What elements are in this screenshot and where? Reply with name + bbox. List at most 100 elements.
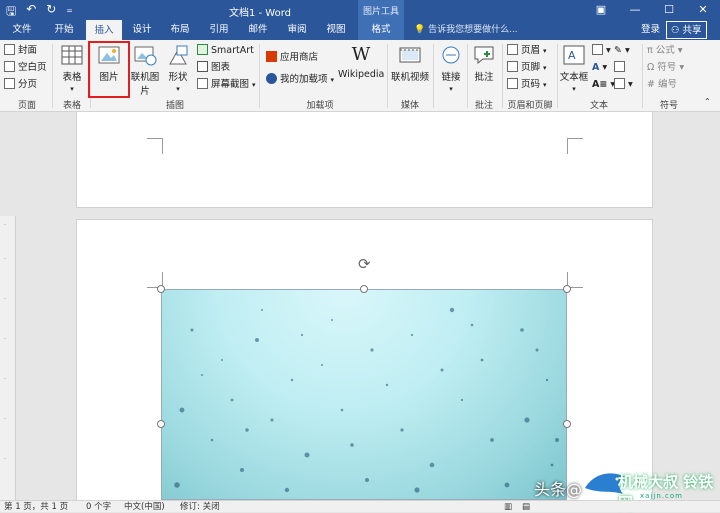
window-title: 文档1 - Word — [228, 8, 292, 19]
group-label-pages: 页面 — [17, 101, 36, 111]
resize-handle[interactable] — [563, 420, 571, 428]
date-time-icon — [614, 61, 625, 72]
smartart-button[interactable]: SmartArt — [197, 43, 254, 59]
comment-button[interactable]: 批注 — [470, 44, 498, 83]
page-number-button[interactable]: 页码 ▾ — [507, 77, 547, 93]
wordart-icon: A — [592, 62, 600, 73]
ruler-tick: · — [4, 256, 6, 263]
tab-insert[interactable]: 插入 — [86, 20, 122, 40]
dropdown-arrow-icon: ▾ — [543, 81, 547, 89]
my-addins-button[interactable]: 我的加载项 ▾ — [266, 72, 334, 88]
tab-references[interactable]: 引用 — [203, 20, 235, 40]
watermark-url: xajjn.com — [640, 492, 683, 500]
maximize-button[interactable]: ☐ — [652, 0, 686, 20]
resize-handle[interactable] — [563, 285, 571, 293]
margin-corner — [567, 138, 583, 154]
user-icon: ⚇ — [671, 25, 683, 36]
quick-parts-button[interactable]: ▾ — [592, 43, 611, 59]
store-button[interactable]: 应用商店 — [266, 50, 318, 66]
tab-review[interactable]: 审阅 — [281, 20, 313, 40]
wikipedia-button[interactable]: W Wikipedia — [338, 44, 384, 80]
group-divider — [642, 44, 643, 108]
group-label-media: 媒体 — [400, 101, 419, 111]
omega-icon: Ω — [647, 62, 658, 73]
ruler-tick: · — [4, 222, 6, 229]
date-time-button[interactable] — [614, 60, 628, 76]
online-picture-button[interactable]: 联机图片 — [128, 44, 162, 97]
dropdown-arrow-icon: ▾ — [572, 85, 576, 93]
collapse-ribbon-icon[interactable]: ⌃ — [704, 94, 711, 110]
ruler-tick: · — [4, 456, 6, 463]
resize-handle[interactable] — [360, 285, 368, 293]
track-changes[interactable]: 修订: 关闭 — [180, 501, 220, 513]
read-mode-icon[interactable]: ▥ — [504, 501, 512, 513]
ribbon-tabs: 文件 开始 插入 设计 布局 引用 邮件 审阅 视图 格式 💡 告诉我您想要做什… — [0, 20, 720, 40]
symbol-button[interactable]: Ω 符号 ▾ — [647, 60, 684, 76]
tab-format[interactable]: 格式 — [358, 20, 404, 40]
drop-cap-icon: A≡ — [592, 79, 608, 90]
chart-button[interactable]: 图表 — [197, 60, 230, 76]
group-divider — [502, 44, 503, 108]
group-divider — [52, 44, 53, 108]
tab-file[interactable]: 文件 — [6, 20, 38, 40]
object-button[interactable]: ▾ — [614, 77, 633, 93]
ribbon-display-icon[interactable]: ▣ — [584, 0, 618, 20]
lightbulb-icon: 💡 — [414, 25, 429, 35]
tab-layout[interactable]: 布局 — [164, 20, 196, 40]
signature-icon: ✎ — [614, 45, 622, 56]
object-icon — [614, 78, 625, 89]
ruler-tick: · — [4, 416, 6, 423]
rotate-handle-icon[interactable]: ⟳ — [358, 255, 371, 273]
wordart-button[interactable]: A ▾ — [592, 60, 607, 76]
title-bar: 🖫 ↶ ↻ ₌ 文档1 - Word 图片工具 ▣ — ☐ ✕ — [0, 0, 720, 20]
page-count[interactable]: 第 1 页，共 1 页 — [4, 501, 68, 513]
share-button[interactable]: ⚇ 共享 — [666, 21, 707, 39]
tell-me-search[interactable]: 💡 告诉我您想要做什么... — [414, 20, 518, 40]
language[interactable]: 中文(中国) — [124, 501, 165, 513]
group-label-text: 文本 — [589, 101, 608, 111]
header-button[interactable]: 页眉 ▾ — [507, 43, 547, 59]
textbox-button[interactable]: A 文本框 ▾ — [559, 44, 589, 94]
page-break-button[interactable]: 分页 — [4, 77, 37, 93]
textbox-icon: A — [563, 45, 585, 65]
dropdown-arrow-icon: ▾ — [543, 47, 547, 55]
online-video-icon — [399, 47, 421, 63]
inserted-picture[interactable] — [161, 289, 567, 500]
drop-cap-button[interactable]: A≡ ▾ — [592, 77, 615, 93]
number-icon: # — [647, 79, 658, 90]
window-controls: ▣ — ☐ ✕ — [584, 0, 720, 20]
screenshot-button[interactable]: 屏幕截图 ▾ — [197, 77, 256, 93]
vertical-ruler[interactable]: · · · · · · · — [0, 216, 16, 500]
link-button[interactable]: 链接 ▾ — [437, 44, 465, 94]
login-link[interactable]: 登录 — [641, 20, 660, 40]
online-video-button[interactable]: 联机视频 — [390, 44, 430, 83]
ruler-tick: · — [4, 296, 6, 303]
footer-button[interactable]: 页脚 ▾ — [507, 60, 547, 76]
header-icon — [507, 44, 518, 55]
minimize-button[interactable]: — — [618, 0, 652, 20]
close-button[interactable]: ✕ — [686, 0, 720, 20]
group-label-comments: 批注 — [474, 101, 493, 111]
tab-design[interactable]: 设计 — [126, 20, 158, 40]
tab-mailings[interactable]: 邮件 — [242, 20, 274, 40]
group-label-symbols: 符号 — [659, 101, 678, 111]
screenshot-icon — [197, 78, 208, 89]
svg-text:A: A — [568, 49, 576, 62]
equation-button[interactable]: π 公式 ▾ — [647, 43, 683, 59]
table-button[interactable]: 表格 ▾ — [58, 44, 86, 94]
resize-handle[interactable] — [157, 420, 165, 428]
context-tool-title: 图片工具 — [358, 0, 404, 20]
cover-page-button[interactable]: 封面 — [4, 43, 37, 59]
document-page-1[interactable] — [76, 112, 653, 208]
tab-view[interactable]: 视图 — [320, 20, 352, 40]
number-button[interactable]: # 编号 — [647, 77, 677, 93]
shapes-button[interactable]: 形状 ▾ — [165, 44, 191, 94]
my-addins-icon — [266, 73, 277, 84]
tab-home[interactable]: 开始 — [48, 20, 80, 40]
blank-page-button[interactable]: 空白页 — [4, 60, 47, 76]
signature-line-button[interactable]: ✎ ▾ — [614, 43, 630, 59]
resize-handle[interactable] — [157, 285, 165, 293]
word-count[interactable]: 0 个字 — [86, 501, 111, 513]
print-layout-icon[interactable]: ▤ — [522, 501, 530, 513]
link-icon — [442, 46, 460, 64]
